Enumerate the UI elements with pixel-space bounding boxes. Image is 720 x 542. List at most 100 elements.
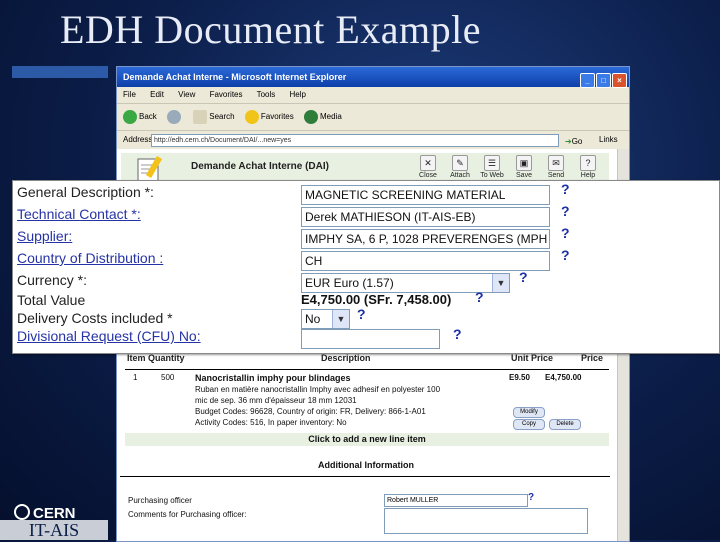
total-value: E4,750.00 (SFr. 7,458.00) <box>301 292 452 307</box>
menu-help[interactable]: Help <box>290 90 306 99</box>
item-number: 1 <box>133 373 138 382</box>
send-icon: ✉ <box>548 155 564 171</box>
menu-file[interactable]: File <box>123 90 136 99</box>
delivery-costs-label: Delivery Costs included * <box>17 310 173 326</box>
delivery-costs-select[interactable]: No ▼ <box>301 309 350 329</box>
item-detail-line: Budget Codes: 96628, Country of origin: … <box>195 407 426 416</box>
accent-bar <box>12 66 108 78</box>
country-input[interactable]: CH <box>301 251 550 271</box>
comments-label: Comments for Purchasing officer: <box>128 510 247 519</box>
help-icon[interactable]: ? <box>561 181 570 197</box>
search-label: Search <box>209 112 235 121</box>
total-value-label: Total Value <box>17 292 86 308</box>
item-detail-line: Activity Codes: 516, In paper inventory:… <box>195 418 347 427</box>
go-label: Go <box>571 137 583 146</box>
menu-edit[interactable]: Edit <box>150 90 164 99</box>
media-icon <box>304 109 318 124</box>
back-button[interactable]: Back <box>123 104 157 130</box>
country-link[interactable]: Country of Distribution : <box>17 250 163 266</box>
web-icon: ☰ <box>484 155 500 171</box>
favorites-button[interactable]: Favorites <box>244 104 294 130</box>
help-icon[interactable]: ? <box>561 225 570 241</box>
send-button[interactable]: ✉ Send <box>541 155 571 179</box>
technical-contact-input[interactable]: Derek MATHIESON (IT-AIS-EB) <box>301 207 550 227</box>
col-item-quantity: Item Quantity <box>127 353 185 363</box>
help-icon[interactable]: ? <box>357 306 366 322</box>
window-title: Demande Achat Interne - Microsoft Intern… <box>123 72 347 82</box>
general-description-label: General Description *: <box>17 184 154 200</box>
item-quantity: 500 <box>161 373 175 382</box>
minimize-icon[interactable]: _ <box>580 73 595 88</box>
comments-textarea[interactable] <box>384 508 588 534</box>
search-button[interactable]: Search <box>193 104 235 130</box>
col-unit-price: Unit Price <box>511 353 554 363</box>
star-icon <box>244 109 259 124</box>
search-icon <box>193 109 208 124</box>
close-doc-icon: ✕ <box>420 155 436 171</box>
divisional-request-input[interactable] <box>301 329 440 349</box>
close-doc-button[interactable]: ✕ Close <box>413 155 443 179</box>
col-description: Description <box>321 353 371 363</box>
help-icon[interactable]: ? <box>561 203 570 219</box>
supplier-link[interactable]: Supplier: <box>17 228 72 244</box>
menu-favorites[interactable]: Favorites <box>210 90 243 99</box>
media-label: Media <box>320 112 342 121</box>
to-web-label: To Web <box>480 172 504 179</box>
currency-label: Currency *: <box>17 272 88 288</box>
dai-header: Demande Achat Interne (DAI) ✕ Close ✎ Atta… <box>121 153 609 183</box>
send-label: Send <box>547 172 565 179</box>
help-icon[interactable]: ? <box>453 326 462 342</box>
maximize-icon[interactable]: □ <box>596 73 611 88</box>
footer-label: IT-AIS <box>0 520 108 540</box>
modify-item-button[interactable]: Modify <box>513 407 545 418</box>
help-icon[interactable]: ? <box>519 269 528 285</box>
item-detail-line: Ruban en matière nanocristallin Imphy av… <box>195 385 441 394</box>
address-label: Address <box>123 135 153 144</box>
purchasing-officer-select[interactable]: Robert MULLER <box>384 494 528 507</box>
address-bar: Address http://edh.cern.ch/Document/DAI/… <box>117 131 629 150</box>
go-icon: ➔ <box>565 137 572 146</box>
col-price: Price <box>581 353 604 363</box>
menu-view[interactable]: View <box>178 90 195 99</box>
delivery-costs-value: No <box>305 312 321 326</box>
add-line-item-button[interactable]: Click to add a new line item <box>125 433 609 446</box>
save-icon: ▣ <box>516 155 532 171</box>
help-button[interactable]: ? Help <box>573 155 603 179</box>
attach-label: Attach <box>450 172 470 179</box>
item-detail-line: mic de sep. 36 mm d'épaisseur 18 mm 1203… <box>195 396 357 405</box>
to-web-button[interactable]: ☰ To Web <box>477 155 507 179</box>
favorites-label: Favorites <box>260 112 294 121</box>
item-unit-price: E9.50 <box>509 373 530 382</box>
media-button[interactable]: Media <box>304 104 342 130</box>
help-icon[interactable]: ? <box>475 289 484 305</box>
links-button[interactable]: Links <box>599 131 618 149</box>
purchasing-officer-label: Purchasing officer <box>128 496 192 505</box>
window-titlebar: Demande Achat Interne - Microsoft Intern… <box>117 67 629 88</box>
help-icon: ? <box>580 155 596 171</box>
help-icon[interactable]: ? <box>528 492 534 503</box>
close-doc-label: Close <box>419 172 437 179</box>
general-description-input[interactable]: MAGNETIC SCREENING MATERIAL <box>301 185 550 205</box>
technical-contact-link[interactable]: Technical Contact *: <box>17 206 141 222</box>
item-title: Nanocristallin imphy pour blindages <box>195 373 351 383</box>
delete-item-button[interactable]: Delete <box>549 419 581 430</box>
currency-value: EUR Euro (1.57) <box>305 276 394 290</box>
divider <box>125 369 609 370</box>
slide-title: EDH Document Example <box>60 7 481 52</box>
item-price: E4,750.00 <box>545 373 582 382</box>
forward-button[interactable] <box>167 104 183 130</box>
paperclip-icon: ✎ <box>452 155 468 171</box>
cern-logo-icon <box>14 504 30 520</box>
attach-button[interactable]: ✎ Attach <box>445 155 475 179</box>
supplier-input[interactable]: IMPHY SA, 6 P, 1028 PREVERENGES (MPH <box>301 229 550 249</box>
save-button[interactable]: ▣ Save <box>509 155 539 179</box>
divisional-request-link[interactable]: Divisional Request (CFU) No: <box>17 328 201 344</box>
items-table-header: Item Quantity Description Unit Price Pri… <box>125 353 609 367</box>
help-icon[interactable]: ? <box>561 247 570 263</box>
close-icon[interactable]: × <box>612 73 627 88</box>
address-input[interactable]: http://edh.cern.ch/Document/DAI/...new=y… <box>151 134 559 147</box>
menu-bar: File Edit View Favorites Tools Help <box>117 87 629 104</box>
copy-item-button[interactable]: Copy <box>513 419 545 430</box>
menu-tools[interactable]: Tools <box>257 90 276 99</box>
back-icon <box>123 109 137 124</box>
